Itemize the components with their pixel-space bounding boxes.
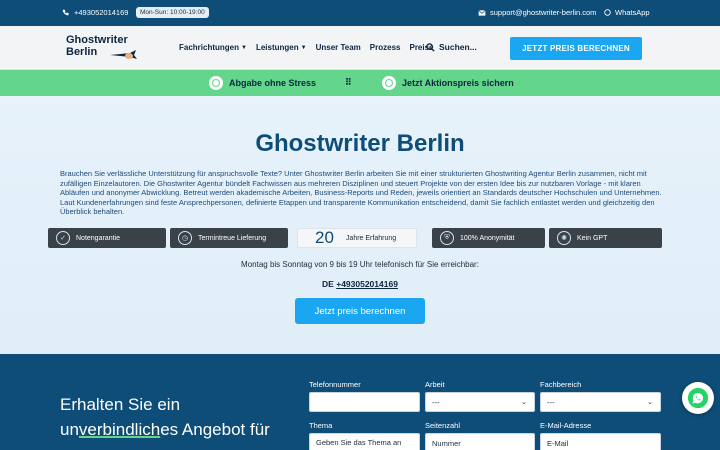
target-icon	[382, 76, 396, 90]
hero-section: Ghostwriter Berlin Brauchen Sie verlässl…	[0, 96, 720, 354]
nav-menu: Fachrichtungen ▼ Leistungen ▼ Unser Team…	[179, 43, 434, 52]
quote-form-section: Erhalten Sie ein unverbindliches Angebot…	[0, 354, 720, 450]
seitenzahl-label: Seitenzahl	[425, 421, 461, 430]
logo-line-1: Ghostwriter	[66, 34, 128, 46]
arbeit-select-value: ---	[432, 397, 440, 407]
promo-item-aktionspreis[interactable]: Jetzt Aktionspreis sichern	[382, 76, 514, 90]
search-label: Suchen...	[439, 42, 477, 52]
badge-label: Termintreue Lieferung	[198, 234, 267, 242]
fachbereich-label: Fachbereich	[540, 380, 582, 389]
grip-separator-icon: ⠿	[345, 77, 352, 87]
badge-termintreue: ◷ Termintreue Lieferung	[170, 228, 288, 248]
arbeit-select[interactable]: --- ⌄	[425, 392, 535, 412]
nav-item-label: Leistungen	[255, 43, 299, 52]
hero-intro-text: Brauchen Sie verlässliche Unterstützung …	[60, 169, 662, 216]
topbar-email-text: support@ghostwriter-berlin.com	[490, 8, 597, 17]
badge-anonymitaet: ⛨ 100% Anonymität	[432, 228, 545, 248]
promo-item-stress: Abgabe ohne Stress	[209, 76, 316, 90]
nav-item-leistungen[interactable]: Leistungen ▼	[256, 43, 307, 52]
nav-item-prozess[interactable]: Prozess	[370, 43, 401, 52]
fountain-pen-icon	[110, 50, 137, 59]
arbeit-label: Arbeit	[425, 380, 445, 389]
shield-icon: ⛨	[440, 231, 454, 245]
top-bar: +493052014169 Mon-Sun: 10:00-19:00 suppo…	[0, 0, 720, 26]
chevron-down-icon: ⌄	[647, 399, 653, 406]
nav-item-label: Prozess	[369, 43, 401, 52]
heading-text-post: es Angebot für	[160, 420, 270, 439]
nav-item-unser-team[interactable]: Unser Team	[316, 43, 361, 52]
main-navigation: Ghostwriter Berlin Fachrichtungen ▼ Leis…	[0, 26, 720, 70]
heading-text-underlined: verbindlich	[78, 420, 161, 439]
thema-label: Thema	[309, 421, 333, 430]
badge-label: Kein GPT	[577, 234, 608, 242]
badge-label: 100% Anonymität	[460, 234, 515, 242]
telefon-input[interactable]	[309, 392, 420, 412]
whatsapp-icon	[604, 9, 611, 16]
topbar-phone-text: +493052014169	[74, 8, 129, 17]
chevron-down-icon: ▼	[241, 44, 247, 51]
topbar-whatsapp-link[interactable]: WhatsApp	[604, 8, 650, 17]
badge-jahre-erfahrung: 20 Jahre Erfahrung	[297, 228, 417, 248]
openai-icon: ✺	[557, 231, 571, 245]
email-label: E-Mail-Adresse	[540, 421, 592, 430]
de-phone-line: DE +493052014169	[0, 279, 720, 289]
fachbereich-select-value: ---	[547, 397, 555, 407]
target-icon	[209, 76, 223, 90]
fachbereich-select[interactable]: --- ⌄	[540, 392, 661, 412]
topbar-phone-link[interactable]: +493052014169	[62, 8, 128, 17]
opening-hours-badge: Mon-Sun: 10:00-19:00	[136, 7, 209, 18]
check-shield-icon: ✓	[56, 231, 70, 245]
whatsapp-icon	[687, 387, 709, 409]
availability-text: Montag bis Sonntag von 9 bis 19 Uhr tele…	[241, 260, 479, 269]
hero-phone-link[interactable]: +493052014169	[336, 279, 398, 289]
thema-input[interactable]: Geben Sie das Thema an	[309, 433, 420, 450]
search-icon	[426, 42, 435, 52]
seitenzahl-input[interactable]: Nummer	[425, 433, 535, 450]
page-title: Ghostwriter Berlin	[255, 130, 465, 157]
whatsapp-floating-button[interactable]	[682, 382, 714, 414]
nav-item-label: Unser Team	[315, 43, 361, 52]
country-label: DE	[322, 279, 334, 289]
calculate-price-button-header[interactable]: JETZT PREIS BERECHNEN	[510, 37, 642, 60]
trust-badges: ✓ Notengarantie ◷ Termintreue Lieferung …	[48, 228, 662, 248]
envelope-icon	[478, 9, 486, 16]
nav-item-label: Fachrichtungen	[179, 43, 240, 52]
phone-icon	[62, 9, 69, 16]
heading-text-pre: un	[60, 420, 79, 439]
form-heading-line-2: unverbindliches Angebot für	[60, 417, 270, 442]
calculate-price-button-hero[interactable]: Jetzt preis berechnen	[295, 298, 425, 324]
site-logo[interactable]: Ghostwriter Berlin	[66, 34, 137, 59]
years-number: 20	[315, 228, 334, 247]
chevron-down-icon: ⌄	[521, 399, 527, 406]
badge-notengarantie: ✓ Notengarantie	[48, 228, 166, 248]
promo-item-text: Abgabe ohne Stress	[229, 78, 317, 88]
promo-bar: Abgabe ohne Stress ⠿ Jetzt Aktionspreis …	[0, 70, 720, 96]
badge-kein-gpt: ✺ Kein GPT	[549, 228, 662, 248]
badge-label: Notengarantie	[76, 234, 120, 242]
email-input[interactable]: E-Mail	[540, 433, 661, 450]
badge-label: Jahre Erfahrung	[345, 234, 397, 242]
telefon-label: Telefonnummer	[309, 380, 361, 389]
clock-icon: ◷	[178, 231, 192, 245]
chevron-down-icon: ▼	[300, 44, 307, 51]
topbar-whatsapp-text: WhatsApp	[615, 8, 650, 17]
search-trigger[interactable]: Suchen...	[426, 42, 477, 52]
topbar-email-link[interactable]: support@ghostwriter-berlin.com	[478, 8, 596, 17]
form-heading-line-1: Erhalten Sie ein	[60, 395, 181, 414]
nav-item-fachrichtungen[interactable]: Fachrichtungen ▼	[179, 43, 247, 52]
form-heading: Erhalten Sie ein unverbindliches Angebot…	[60, 392, 270, 442]
promo-item-text: Jetzt Aktionspreis sichern	[402, 78, 514, 88]
